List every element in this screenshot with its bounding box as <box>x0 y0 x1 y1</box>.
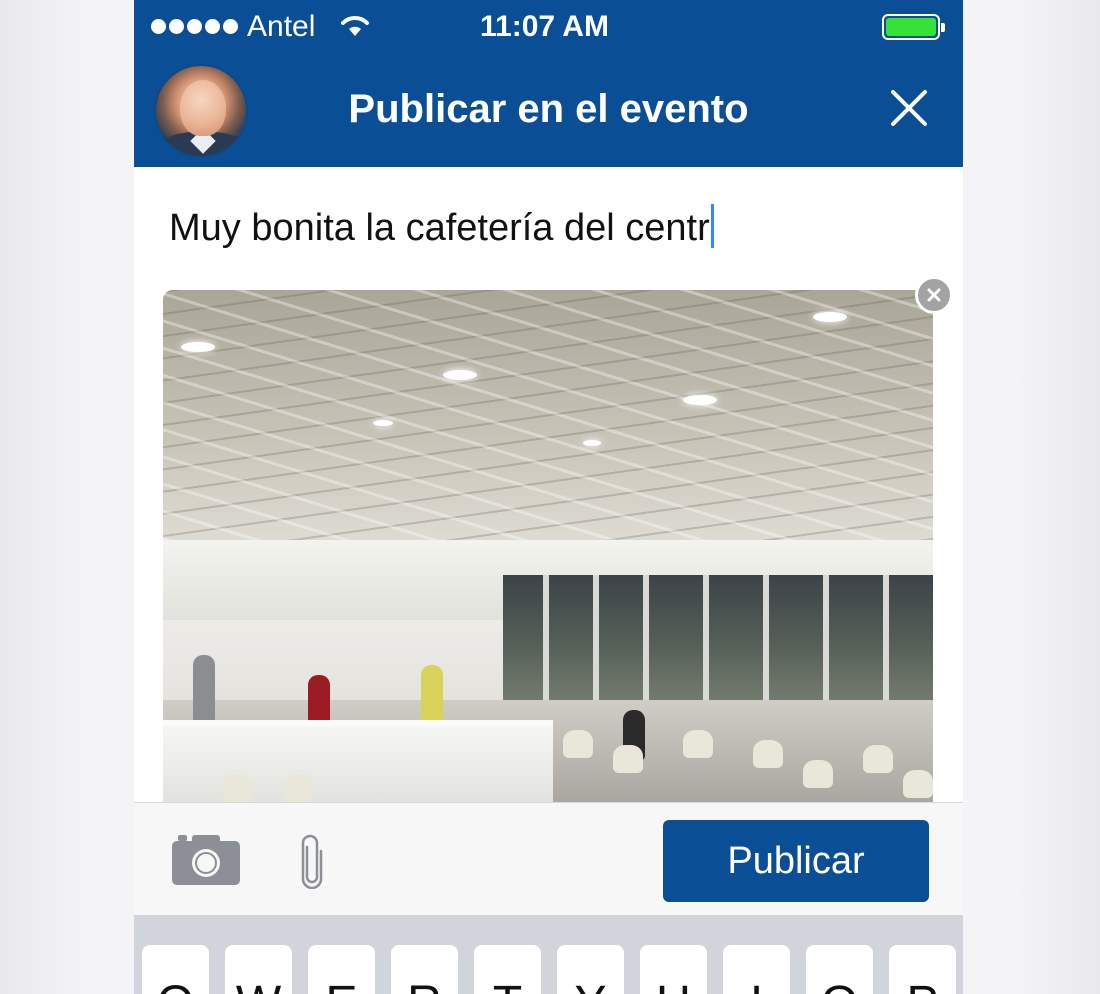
key-u[interactable]: U <box>640 945 707 994</box>
remove-photo-icon <box>927 288 941 302</box>
status-time: 11:07 AM <box>480 10 609 43</box>
carrier-name: Antel <box>247 10 316 43</box>
attached-photo <box>163 290 933 802</box>
key-t[interactable]: T <box>474 945 541 994</box>
header: Antel 11:07 AM Publicar en el evento <box>134 0 963 167</box>
key-r[interactable]: R <box>391 945 458 994</box>
post-text-input[interactable]: Muy bonita la cafetería del centr <box>169 204 929 254</box>
composer-toolbar: Publicar <box>134 802 963 915</box>
signal-strength-icon <box>151 19 238 34</box>
key-q[interactable]: Q <box>142 945 209 994</box>
battery-icon <box>882 14 945 40</box>
publish-button[interactable]: Publicar <box>663 820 929 902</box>
key-y[interactable]: Y <box>557 945 624 994</box>
keyboard: Q W E R T Y U I O P <box>134 915 963 994</box>
key-w[interactable]: W <box>225 945 292 994</box>
phone-screen: Antel 11:07 AM Publicar en el evento Muy… <box>134 0 963 994</box>
key-i[interactable]: I <box>723 945 790 994</box>
nav-bar: Publicar en el evento <box>134 52 963 167</box>
post-text: Muy bonita la cafetería del centr <box>169 207 710 249</box>
remove-photo-button[interactable] <box>915 276 953 314</box>
key-e[interactable]: E <box>308 945 375 994</box>
text-caret <box>710 204 714 248</box>
wifi-icon <box>341 16 369 36</box>
key-p[interactable]: P <box>889 945 956 994</box>
paperclip-icon[interactable] <box>299 833 325 889</box>
key-o[interactable]: O <box>806 945 873 994</box>
close-icon[interactable] <box>889 88 929 128</box>
page-title: Publicar en el evento <box>348 87 749 131</box>
status-bar: Antel 11:07 AM <box>134 0 963 52</box>
camera-icon[interactable] <box>172 833 240 885</box>
